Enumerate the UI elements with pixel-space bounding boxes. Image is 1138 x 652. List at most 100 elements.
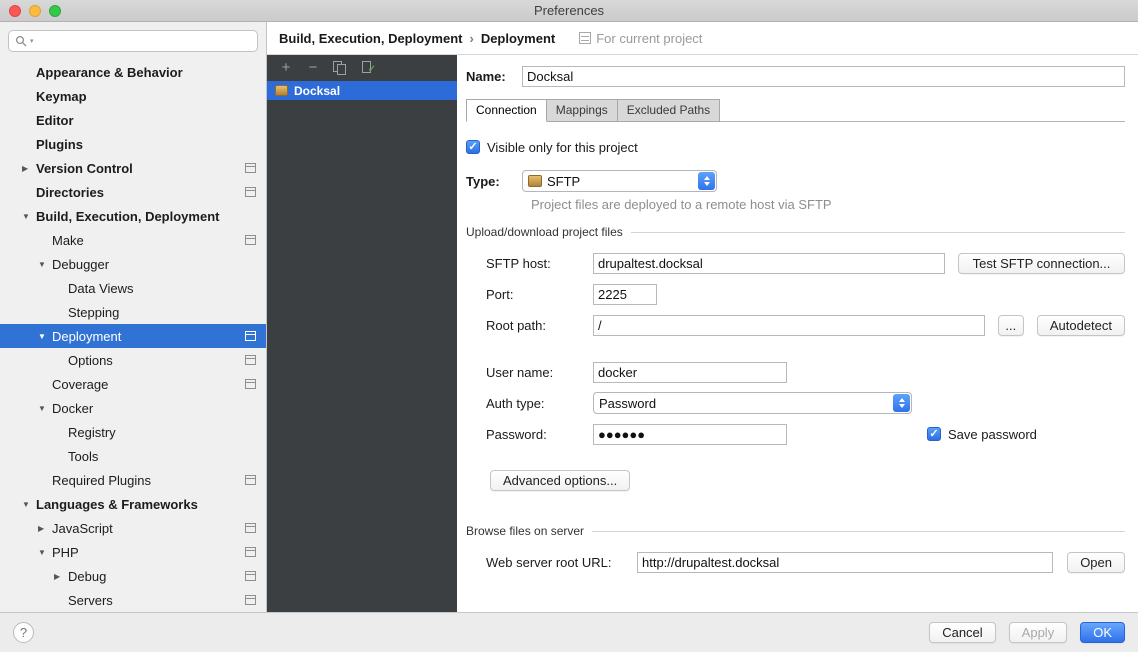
- collapse-arrow-icon[interactable]: ▼: [38, 260, 52, 269]
- zoom-button[interactable]: [49, 5, 61, 17]
- user-name-field[interactable]: [593, 362, 787, 383]
- minimize-button[interactable]: [29, 5, 41, 17]
- traffic-lights: [9, 5, 61, 17]
- sidebar-item-label: Appearance & Behavior: [36, 65, 183, 80]
- breadcrumb: Build, Execution, Deployment › Deploymen…: [267, 22, 1138, 55]
- sidebar-item-languages-frameworks[interactable]: ▼Languages & Frameworks: [0, 492, 266, 516]
- help-button[interactable]: ?: [13, 622, 34, 643]
- collapse-arrow-icon[interactable]: ▼: [38, 548, 52, 557]
- tab-mappings[interactable]: Mappings: [546, 99, 618, 122]
- sidebar-item-javascript[interactable]: ▶JavaScript: [0, 516, 266, 540]
- password-field[interactable]: [593, 424, 787, 445]
- sftp-host-field[interactable]: [593, 253, 945, 274]
- dropdown-stepper-icon: [893, 394, 910, 412]
- port-field[interactable]: [593, 284, 657, 305]
- add-server-button[interactable]: +: [278, 60, 294, 76]
- deployment-form: Name: ConnectionMappingsExcluded Paths V…: [457, 55, 1138, 612]
- content-area: Build, Execution, Deployment › Deploymen…: [267, 22, 1138, 612]
- auth-type-value: Password: [599, 396, 892, 411]
- collapse-arrow-icon[interactable]: ▼: [22, 500, 36, 509]
- type-dropdown[interactable]: SFTP: [522, 170, 717, 192]
- ok-button[interactable]: OK: [1080, 622, 1125, 643]
- collapse-arrow-icon[interactable]: ▼: [22, 212, 36, 221]
- advanced-options-button[interactable]: Advanced options...: [490, 470, 630, 491]
- search-scope-chevron-icon[interactable]: ▾: [30, 37, 34, 45]
- cancel-button[interactable]: Cancel: [929, 622, 995, 643]
- visible-only-checkbox[interactable]: [466, 140, 480, 154]
- sidebar-search[interactable]: ▾: [8, 30, 258, 52]
- sidebar-item-options[interactable]: Options: [0, 348, 266, 372]
- sidebar-item-appearance-behavior[interactable]: Appearance & Behavior: [0, 60, 266, 84]
- sidebar-item-plugins[interactable]: Plugins: [0, 132, 266, 156]
- open-url-button[interactable]: Open: [1067, 552, 1125, 573]
- sidebar-item-registry[interactable]: Registry: [0, 420, 266, 444]
- expand-arrow-icon[interactable]: ▶: [54, 572, 68, 581]
- test-sftp-connection-button[interactable]: Test SFTP connection...: [958, 253, 1125, 274]
- context-label: For current project: [596, 31, 702, 46]
- autodetect-button[interactable]: Autodetect: [1037, 315, 1125, 336]
- collapse-arrow-icon[interactable]: ▼: [38, 332, 52, 341]
- sidebar-item-data-views[interactable]: Data Views: [0, 276, 266, 300]
- server-list-panel: + − ✓ Docksal: [267, 55, 457, 612]
- sidebar-item-stepping[interactable]: Stepping: [0, 300, 266, 324]
- root-path-field[interactable]: [593, 315, 985, 336]
- search-input[interactable]: [37, 34, 251, 48]
- sidebar-item-servers[interactable]: Servers: [0, 588, 266, 612]
- sidebar-item-label: Make: [52, 233, 84, 248]
- use-as-default-button[interactable]: ✓: [359, 60, 375, 76]
- apply-button[interactable]: Apply: [1009, 622, 1068, 643]
- sidebar-item-label: Build, Execution, Deployment: [36, 209, 219, 224]
- sidebar-item-coverage[interactable]: Coverage: [0, 372, 266, 396]
- sidebar-item-make[interactable]: Make: [0, 228, 266, 252]
- sidebar-item-debug[interactable]: ▶Debug: [0, 564, 266, 588]
- type-label: Type:: [466, 174, 522, 189]
- sidebar-item-version-control[interactable]: ▶Version Control: [0, 156, 266, 180]
- sidebar-item-label: Debug: [68, 569, 106, 584]
- expand-arrow-icon[interactable]: ▶: [38, 524, 52, 533]
- preferences-window: Preferences ▾ Appearance & Behavior Keyma…: [0, 0, 1138, 652]
- remove-server-button[interactable]: −: [305, 60, 321, 76]
- breadcrumb-item[interactable]: Deployment: [481, 31, 555, 46]
- tab-connection[interactable]: Connection: [466, 99, 547, 122]
- main-body: ▾ Appearance & Behavior Keymap EditorPlugi…: [0, 22, 1138, 612]
- expand-arrow-icon[interactable]: ▶: [22, 164, 36, 173]
- duplicate-server-button[interactable]: [332, 60, 348, 76]
- sidebar-item-docker[interactable]: ▼Docker: [0, 396, 266, 420]
- breadcrumb-separator: ›: [469, 31, 473, 46]
- sidebar-item-editor[interactable]: Editor: [0, 108, 266, 132]
- deployment-content: + − ✓ Docksal: [267, 55, 1138, 612]
- browse-section-header: Browse files on server: [466, 521, 1125, 541]
- breadcrumb-item[interactable]: Build, Execution, Deployment: [279, 31, 462, 46]
- section-divider: [592, 531, 1125, 532]
- sidebar-item-label: Deployment: [52, 329, 121, 344]
- sidebar-item-required-plugins[interactable]: Required Plugins: [0, 468, 266, 492]
- sidebar-item-label: Keymap: [36, 89, 87, 104]
- type-value: SFTP: [547, 174, 697, 189]
- web-root-field[interactable]: [637, 552, 1053, 573]
- sidebar-item-keymap[interactable]: Keymap: [0, 84, 266, 108]
- sidebar-item-build-execution-deployment[interactable]: ▼Build, Execution, Deployment: [0, 204, 266, 228]
- sidebar-item-php[interactable]: ▼PHP: [0, 540, 266, 564]
- close-button[interactable]: [9, 5, 21, 17]
- server-list-item-docksal[interactable]: Docksal: [267, 81, 457, 100]
- tab-excluded-paths[interactable]: Excluded Paths: [617, 99, 720, 122]
- project-scope-icon: [579, 32, 591, 44]
- port-label: Port:: [486, 287, 593, 302]
- sidebar-item-directories[interactable]: Directories: [0, 180, 266, 204]
- sidebar-item-label: Languages & Frameworks: [36, 497, 198, 512]
- web-root-label: Web server root URL:: [486, 555, 637, 570]
- save-password-checkbox[interactable]: [927, 427, 941, 441]
- server-name: Docksal: [294, 84, 340, 98]
- collapse-arrow-icon[interactable]: ▼: [38, 404, 52, 413]
- sidebar-item-deployment[interactable]: ▼Deployment: [0, 324, 266, 348]
- name-field[interactable]: [522, 66, 1125, 87]
- breadcrumb-context: For current project: [579, 31, 702, 46]
- browse-section-label: Browse files on server: [466, 524, 584, 538]
- browse-root-path-button[interactable]: ...: [998, 315, 1024, 336]
- sidebar-item-tools[interactable]: Tools: [0, 444, 266, 468]
- titlebar: Preferences: [0, 0, 1138, 22]
- auth-type-dropdown[interactable]: Password: [593, 392, 912, 414]
- sftp-type-icon: [528, 175, 542, 187]
- shared-config-icon: [245, 379, 256, 389]
- sidebar-item-debugger[interactable]: ▼Debugger: [0, 252, 266, 276]
